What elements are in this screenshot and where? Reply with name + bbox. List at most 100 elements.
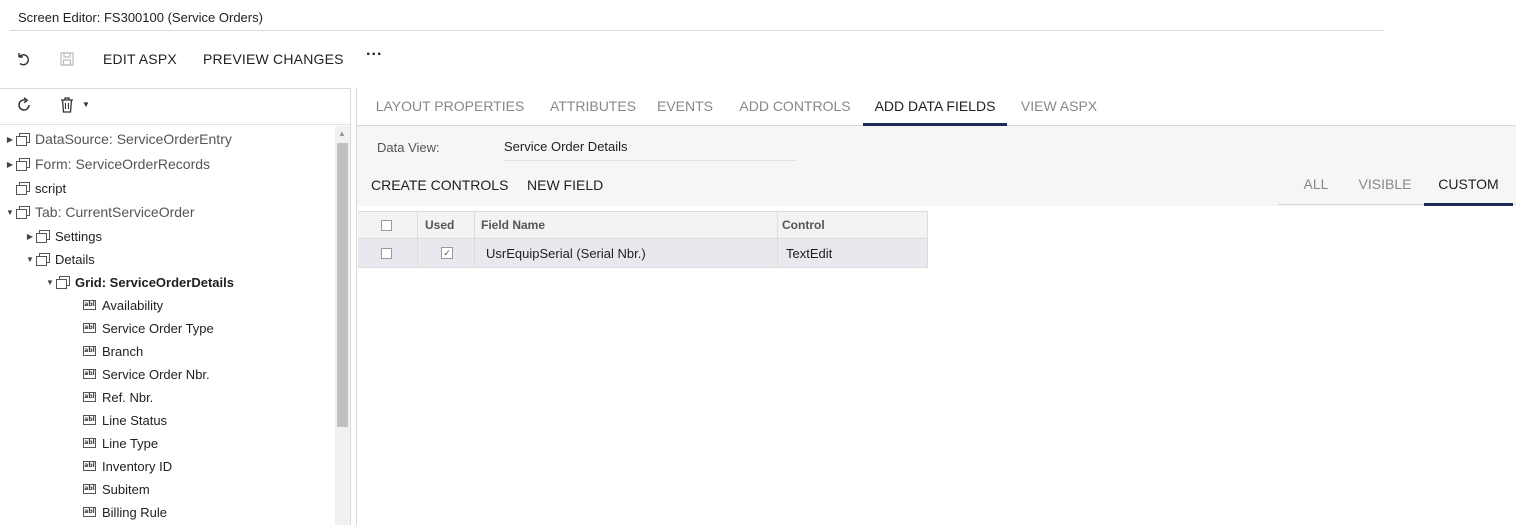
tree-field-item[interactable]: abl Billing Rule <box>83 501 167 523</box>
tree-view: ▶ DataSource: ServiceOrderEntry ▶ Form: … <box>0 126 334 525</box>
tree-field-label: Ref. Nbr. <box>102 389 154 405</box>
caret-down-icon[interactable]: ▼ <box>44 278 56 287</box>
tab-layout-properties[interactable]: LAYOUT PROPERTIES <box>363 88 537 126</box>
refresh-icon[interactable] <box>16 97 32 116</box>
tree-field-label: Line Type <box>102 435 159 451</box>
tree-node-tab[interactable]: ▼ Tab: CurrentServiceOrder <box>4 201 195 223</box>
column-divider <box>474 212 475 238</box>
scrollbar-thumb[interactable] <box>337 143 348 427</box>
tree-field-item[interactable]: abl Service Order Nbr. <box>83 363 210 385</box>
row-select-checkbox[interactable] <box>381 247 392 259</box>
more-menu-button[interactable]: ··· <box>366 46 383 64</box>
scroll-up-icon[interactable]: ▲ <box>338 129 346 138</box>
tab-add-data-fields[interactable]: ADD DATA FIELDS <box>863 88 1007 126</box>
grid-header: Used Field Name Control <box>358 211 928 239</box>
node-icon <box>36 230 50 243</box>
caret-down-icon[interactable]: ▼ <box>4 208 16 217</box>
tree-field-item[interactable]: abl Inventory ID <box>83 455 172 477</box>
tree-field-item[interactable]: abl Availability <box>83 294 163 316</box>
tree-node-label: Form: ServiceOrderRecords <box>35 156 211 172</box>
node-icon <box>36 253 50 266</box>
filter-visible[interactable]: VISIBLE <box>1347 166 1423 206</box>
filter-all[interactable]: ALL <box>1287 166 1345 206</box>
text-field-icon: abl <box>83 300 96 310</box>
tab-attributes[interactable]: ATTRIBUTES <box>537 88 649 126</box>
tree-node-form[interactable]: ▶ Form: ServiceOrderRecords <box>4 153 210 175</box>
text-field-icon: abl <box>83 346 96 356</box>
tree-node-label: script <box>35 180 67 196</box>
trash-icon[interactable] <box>60 97 74 116</box>
node-icon <box>16 182 30 195</box>
tree-field-item[interactable]: abl Branch <box>83 340 143 362</box>
caret-down-icon[interactable]: ▼ <box>24 255 36 264</box>
title-divider <box>10 30 1384 31</box>
field-name-cell[interactable]: UsrEquipSerial (Serial Nbr.) <box>486 239 646 267</box>
create-controls-button[interactable]: CREATE CONTROLS <box>371 177 508 193</box>
tab-bar: LAYOUT PROPERTIES ATTRIBUTES EVENTS ADD … <box>357 88 1516 126</box>
tree-field-label: Subitem <box>102 481 150 497</box>
column-divider <box>417 239 418 267</box>
caret-right-icon[interactable]: ▶ <box>4 160 16 169</box>
undo-icon[interactable] <box>13 49 33 69</box>
select-all-cell[interactable] <box>381 212 401 238</box>
data-view-select[interactable]: Service Order Details <box>504 139 796 161</box>
table-row[interactable]: ✓ UsrEquipSerial (Serial Nbr.) TextEdit <box>358 239 928 268</box>
text-field-icon: abl <box>83 484 96 494</box>
tab-view-aspx[interactable]: VIEW ASPX <box>1007 88 1111 126</box>
chevron-down-icon[interactable]: ▼ <box>82 100 90 109</box>
column-divider <box>777 239 778 267</box>
column-header-control[interactable]: Control <box>782 212 825 238</box>
tree-field-item[interactable]: abl Subitem <box>83 478 150 500</box>
tree-node-script[interactable]: script <box>16 177 66 199</box>
text-field-icon: abl <box>83 461 96 471</box>
tree-field-label: Billing Rule <box>102 504 168 520</box>
tree-node-datasource[interactable]: ▶ DataSource: ServiceOrderEntry <box>4 128 232 150</box>
tab-add-controls[interactable]: ADD CONTROLS <box>730 88 860 126</box>
node-icon <box>16 158 30 171</box>
caret-right-icon[interactable]: ▶ <box>24 232 36 241</box>
text-field-icon: abl <box>83 415 96 425</box>
tree-node-label: DataSource: ServiceOrderEntry <box>35 131 232 147</box>
text-field-icon: abl <box>83 323 96 333</box>
text-field-icon: abl <box>83 369 96 379</box>
text-field-icon: abl <box>83 438 96 448</box>
text-field-icon: abl <box>83 507 96 517</box>
tree-node-details[interactable]: ▼ Details <box>24 248 95 270</box>
save-icon[interactable] <box>57 49 77 69</box>
tree-field-item[interactable]: abl Line Type <box>83 432 158 454</box>
tree-node-grid[interactable]: ▼ Grid: ServiceOrderDetails <box>44 271 234 293</box>
node-icon <box>56 276 70 289</box>
tree-field-item[interactable]: abl Service Order Type <box>83 317 214 339</box>
tree-field-item[interactable]: abl Line Status <box>83 409 167 431</box>
column-divider <box>417 212 418 238</box>
filter-custom[interactable]: CUSTOM <box>1424 166 1513 206</box>
tree-node-settings[interactable]: ▶ Settings <box>24 225 102 247</box>
row-select-cell[interactable] <box>381 239 401 267</box>
column-divider <box>927 212 928 238</box>
select-all-checkbox[interactable] <box>381 219 392 231</box>
new-field-button[interactable]: NEW FIELD <box>527 177 603 193</box>
column-header-field-name[interactable]: Field Name <box>481 212 545 238</box>
window-title: Screen Editor: FS300100 (Service Orders) <box>18 10 263 25</box>
node-icon <box>16 133 30 146</box>
tree-node-label: Tab: CurrentServiceOrder <box>35 204 195 220</box>
data-fields-header: Data View: Service Order Details CREATE … <box>357 126 1516 206</box>
tree-field-item[interactable]: abl Ref. Nbr. <box>83 386 153 408</box>
column-header-used[interactable]: Used <box>425 212 454 238</box>
data-view-label: Data View: <box>377 140 440 155</box>
tab-events[interactable]: EVENTS <box>649 88 721 126</box>
caret-right-icon[interactable]: ▶ <box>4 135 16 144</box>
preview-changes-button[interactable]: PREVIEW CHANGES <box>203 51 344 67</box>
tree-node-label: Details <box>55 251 95 267</box>
column-divider <box>474 239 475 267</box>
edit-aspx-button[interactable]: EDIT ASPX <box>103 51 177 67</box>
used-cell[interactable]: ✓ <box>441 239 453 267</box>
text-field-icon: abl <box>83 392 96 402</box>
tree-field-label: Service Order Type <box>102 320 214 336</box>
used-checkbox[interactable]: ✓ <box>441 247 453 259</box>
tree-field-label: Branch <box>102 343 144 359</box>
control-cell[interactable]: TextEdit <box>786 239 832 267</box>
tree-field-label: Line Status <box>102 412 168 428</box>
tree-field-label: Inventory ID <box>102 458 173 474</box>
tree-field-label: Availability <box>102 297 164 313</box>
